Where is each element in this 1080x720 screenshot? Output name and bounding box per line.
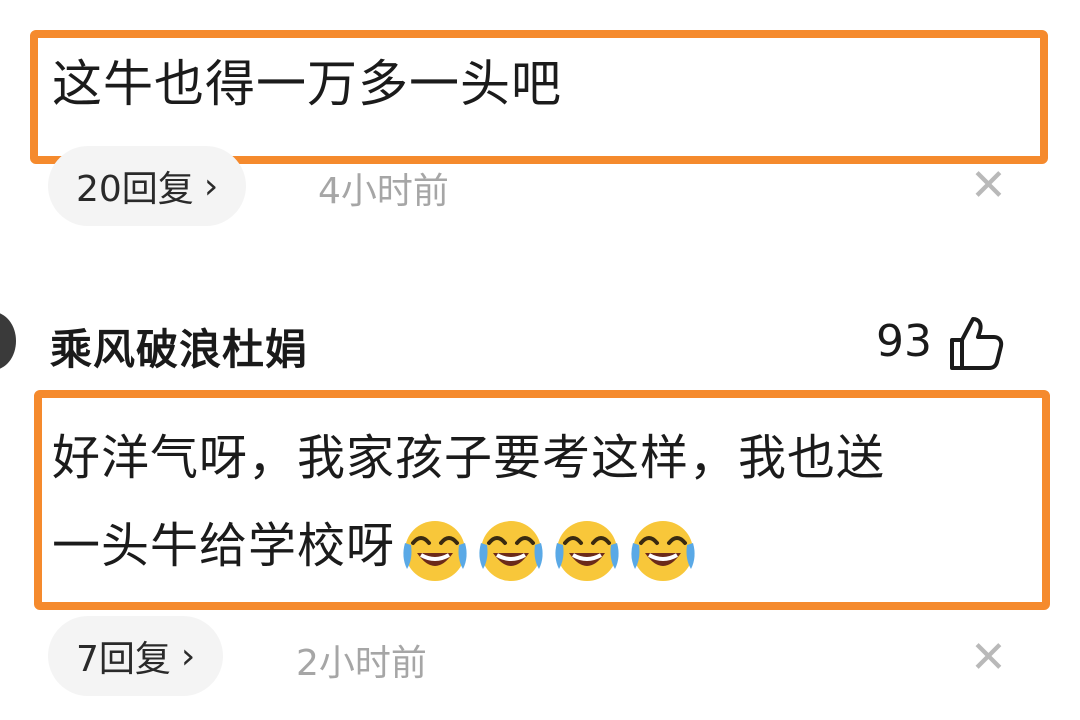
close-icon[interactable]: ✕ xyxy=(970,164,1007,208)
reply-count-label: 20回复 xyxy=(76,169,194,210)
comment-text-2-line2-text: 一头牛给学校呀 xyxy=(52,518,396,574)
close-icon[interactable]: ✕ xyxy=(970,636,1007,680)
comment-text-2-line2: 一头牛给学校呀 xyxy=(52,506,699,586)
reply-button-2[interactable]: 7回复 › xyxy=(48,616,224,696)
comment-timestamp-1: 4小时前 xyxy=(318,171,449,212)
laughing-crying-emoji xyxy=(631,521,695,581)
like-count: 93 xyxy=(876,316,932,367)
avatar[interactable] xyxy=(0,312,16,370)
laughing-crying-emoji xyxy=(479,521,543,581)
chevron-right-icon: › xyxy=(180,635,196,677)
comment-text-2-line1: 好洋气呀，我家孩子要考这样，我也送 xyxy=(52,430,886,486)
reply-button-1[interactable]: 20回复 › xyxy=(48,146,247,226)
comment-username[interactable]: 乘风破浪杜娟 xyxy=(50,316,308,377)
emoji-row xyxy=(395,518,699,581)
chevron-right-icon: › xyxy=(203,165,219,207)
laughing-crying-emoji xyxy=(555,521,619,581)
comment-timestamp-2: 2小时前 xyxy=(296,643,427,684)
reply-count-label: 7回复 xyxy=(76,639,171,680)
comment-thread: 这牛也得一万多一头吧 20回复 › 4小时前 ✕ 乘风破浪杜娟 93 好洋气呀，… xyxy=(0,0,1080,720)
comment-text-1: 这牛也得一万多一头吧 xyxy=(52,55,562,113)
thumbs-up-icon[interactable] xyxy=(946,314,1004,376)
laughing-crying-emoji xyxy=(403,521,467,581)
